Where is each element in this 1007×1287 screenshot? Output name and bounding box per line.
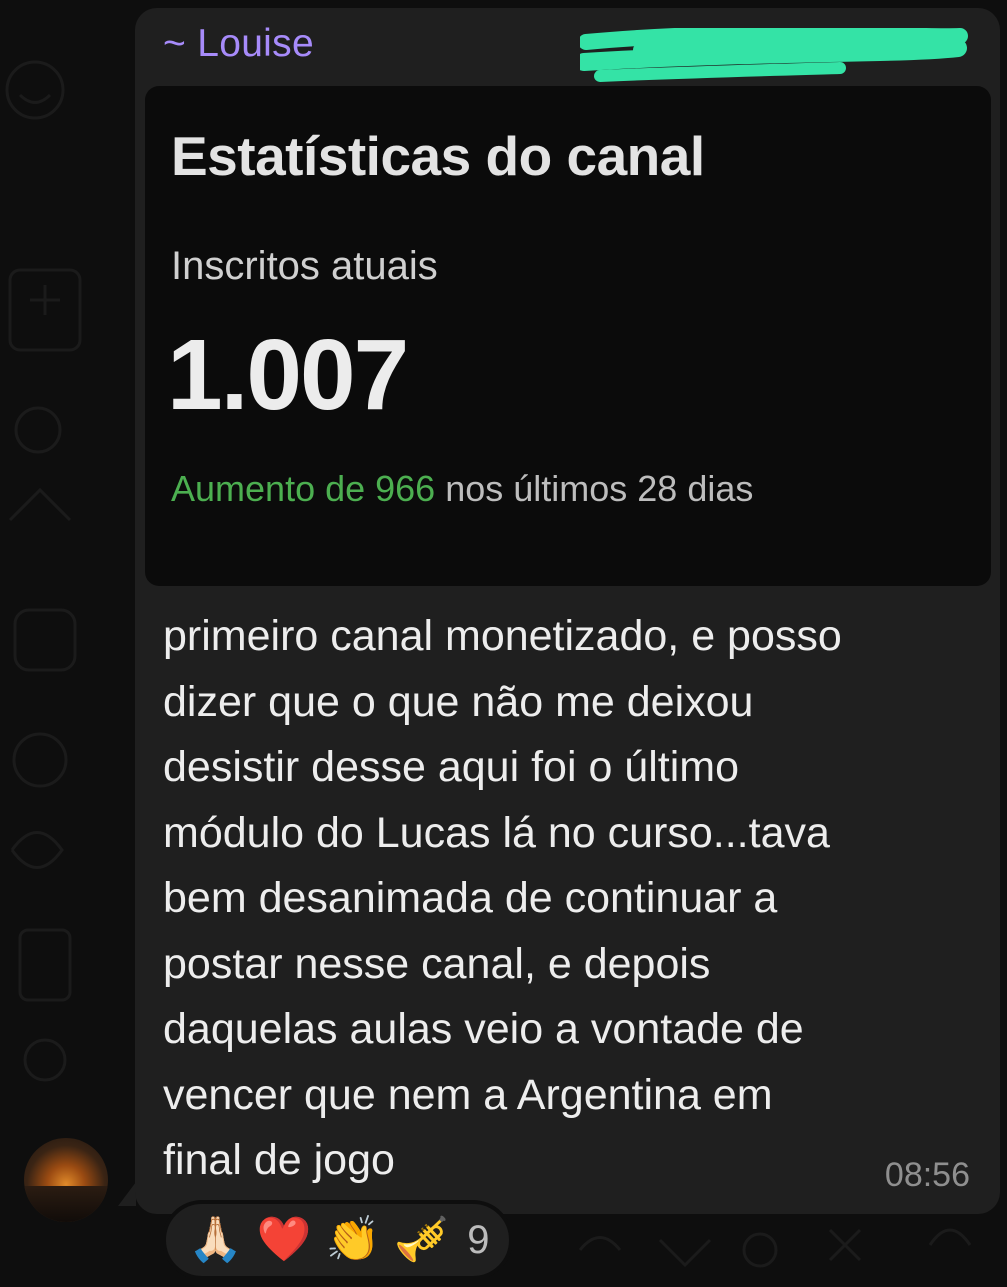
- heart-emoji: ❤️: [256, 1215, 312, 1264]
- channel-stats-image[interactable]: Estatísticas do canal Inscritos atuais 1…: [145, 86, 991, 586]
- reactions-bar[interactable]: 🙏🏻 ❤️ 👏 🎺 9: [162, 1200, 514, 1280]
- trumpet-emoji: 🎺: [394, 1215, 450, 1264]
- bubble-tail: [118, 1182, 136, 1206]
- reaction-count: 9: [467, 1217, 490, 1262]
- avatar-photo-detail: [24, 1186, 108, 1222]
- stats-title: Estatísticas do canal: [171, 125, 705, 187]
- growth-period: nos últimos 28 dias: [435, 468, 754, 509]
- sender-avatar[interactable]: [24, 1138, 108, 1222]
- growth-highlight: Aumento de 966: [171, 468, 436, 509]
- growth-line: Aumento de 966 nos últimos 28 dias: [171, 468, 753, 510]
- redaction-marker: [580, 28, 968, 82]
- message-timestamp: 08:56: [884, 1156, 970, 1194]
- stats-subtitle: Inscritos atuais: [171, 244, 438, 288]
- message-text: primeiro canal monetizado, e posso dizer…: [163, 612, 842, 1184]
- sender-name[interactable]: ~ Louise: [163, 22, 314, 66]
- folded-hands-emoji: 🙏🏻: [188, 1215, 243, 1264]
- clapping-hands-emoji: 👏: [325, 1215, 381, 1264]
- message-bubble[interactable]: ~ Louise Estatísticas do canal Inscritos…: [135, 8, 1000, 1214]
- subscriber-count: 1.007: [167, 319, 409, 431]
